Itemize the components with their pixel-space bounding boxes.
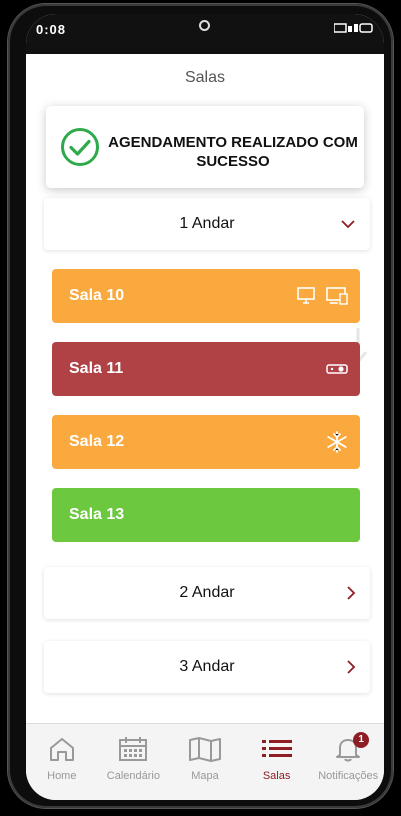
toast-message: AGENDAMENTO REALIZADO COM SUCESSO	[108, 134, 358, 170]
page-title: Salas	[26, 54, 384, 105]
tab-label: Notificações	[318, 770, 379, 782]
room-item-sala-13[interactable]: Sala 13	[52, 488, 360, 542]
floor-label: 3 Andar	[179, 658, 235, 675]
room-label: Sala 13	[69, 506, 125, 523]
floor-2-header[interactable]: 2 Andar	[44, 567, 370, 619]
battery-icon	[333, 23, 373, 33]
status-bar: 0:08	[26, 14, 384, 54]
status-time: 0:08	[36, 22, 67, 37]
room-item-sala-11[interactable]: Sala 11	[52, 342, 360, 396]
tab-calendar[interactable]: Calendário	[99, 724, 167, 782]
calendar-icon	[119, 737, 148, 761]
room-label: Sala 12	[69, 433, 125, 450]
monitor-icon	[326, 287, 348, 305]
check-circle-icon	[61, 128, 99, 166]
tab-map[interactable]: Mapa	[171, 724, 239, 782]
chevron-right-icon	[346, 641, 356, 693]
list-icon	[261, 740, 292, 757]
floor-label: 1 Andar	[179, 215, 235, 232]
room-item-sala-10[interactable]: Sala 10	[52, 269, 360, 323]
snowflake-icon	[327, 431, 347, 453]
chevron-down-icon	[340, 198, 356, 250]
camera-icon	[199, 20, 210, 31]
room-label: Sala 10	[69, 287, 125, 304]
floor-3-header[interactable]: 3 Andar	[44, 641, 370, 693]
projector-icon	[326, 364, 348, 374]
bottom-tab-bar: Home Calendário Mapa Salas 1 Notificaçõe…	[26, 723, 384, 800]
notification-badge: 1	[353, 732, 370, 748]
tab-label: Salas	[262, 770, 291, 782]
success-toast: AGENDAMENTO REALIZADO COM SUCESSO	[46, 106, 364, 188]
tab-notifications[interactable]: 1 Notificações	[314, 724, 382, 782]
floor-label: 2 Andar	[179, 584, 235, 601]
app-screen: 0:08 Salas AGENDAMENTO REALIZADO COM SUC…	[26, 14, 384, 800]
home-icon	[49, 738, 74, 761]
tab-label: Home	[47, 770, 77, 782]
floor-1-header[interactable]: 1 Andar	[44, 198, 370, 250]
map-icon	[188, 737, 221, 762]
tab-salas[interactable]: Salas	[243, 724, 311, 782]
room-item-sala-12[interactable]: Sala 12	[52, 415, 360, 469]
computer-icon	[297, 287, 315, 304]
tab-home[interactable]: Home	[28, 724, 96, 782]
status-indicators	[333, 22, 374, 37]
tab-label: Calendário	[106, 770, 160, 782]
rooms-list: 1 Andar Sala 10 Sala 11 Sala 12 Sala 13 …	[26, 104, 384, 724]
chevron-right-icon	[346, 567, 356, 619]
tab-label: Mapa	[191, 770, 219, 782]
room-label: Sala 11	[69, 360, 124, 377]
